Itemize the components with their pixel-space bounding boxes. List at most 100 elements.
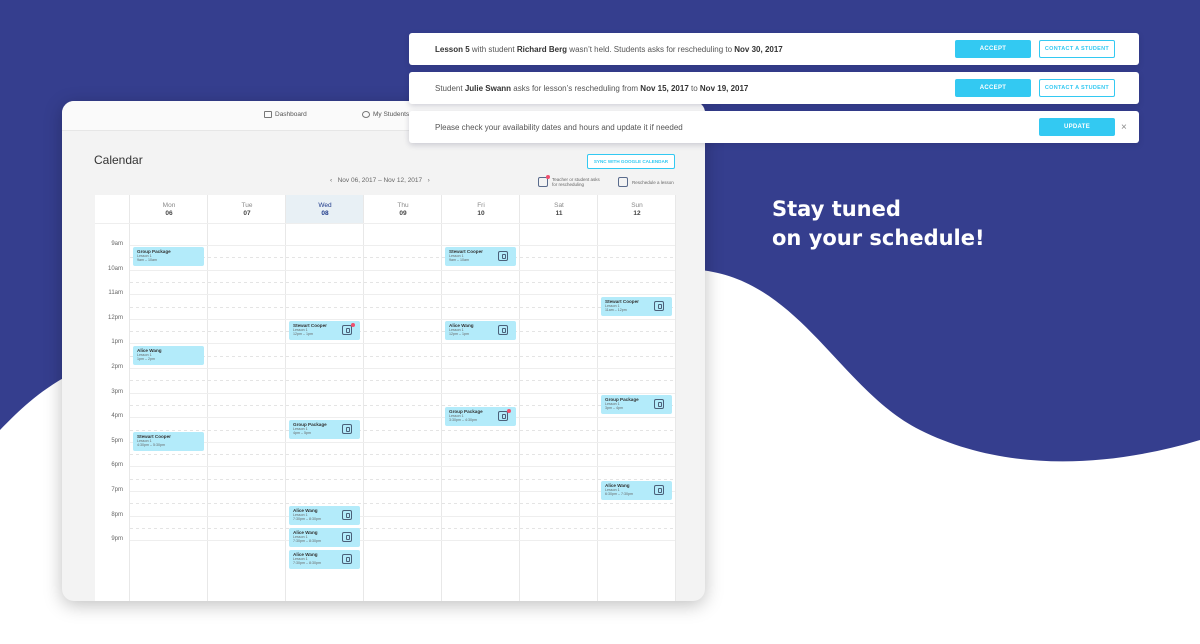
notification-card: Lesson 5 with student Richard Berg wasn’… [409,33,1139,65]
hour-line [130,417,675,419]
student-name: Julie Swann [464,83,512,93]
update-button[interactable]: UPDATE [1039,118,1115,136]
hour-line [130,294,675,296]
time-label: 9pm [111,536,123,543]
event-time: 1pm – 2pm [137,356,155,361]
accept-button[interactable]: ACCEPT [955,79,1031,97]
lock-icon[interactable] [342,554,352,565]
calendar-event[interactable]: Alice Wang Lesson 1 6:30pm – 7:30pm [601,481,672,501]
day-number: 07 [243,210,251,217]
time-label: 9am [111,241,123,247]
event-time: 4:30pm – 5:30pm [137,442,165,447]
lock-icon[interactable] [342,325,352,336]
calendar-event[interactable]: Alice Wang Lesson 1 7:30pm – 8:30pm [289,550,360,570]
next-week-icon[interactable]: › [428,177,430,184]
dashboard-icon [264,111,272,118]
lock-icon[interactable] [342,531,352,542]
hour-line [130,515,675,517]
calendar-event[interactable]: Stewart Cooper Lesson 1 12pm – 1pm [289,321,360,341]
day-header: Mon 06 [130,195,208,223]
calendar-event[interactable]: Group Package Lesson 1 4pm – 5pm [289,419,360,439]
lock-icon[interactable] [498,251,508,262]
calendar-event[interactable]: Group Package Lesson 1 3pm – 4pm [601,395,672,415]
lock-icon[interactable] [342,423,352,434]
time-label: 6pm [111,462,123,469]
half-hour-line [130,355,675,357]
hour-line [130,491,675,492]
lesson-ref: Lesson 5 [435,44,470,54]
time-label: 3pm [111,388,123,395]
lock-alert-icon [538,175,550,187]
close-icon[interactable]: × [1121,122,1127,133]
nav-my-students[interactable]: My Students [362,111,409,118]
day-header: Thu 09 [364,195,442,223]
notification-card: Student Julie Swann asks for lesson’s re… [409,72,1139,104]
lock-icon[interactable] [342,509,352,520]
time-label: 2pm [111,364,123,370]
time-label: 10am [107,265,123,272]
day-number: 10 [477,210,485,217]
time-label: 5pm [111,437,123,444]
calendar-event[interactable]: Alice Wang Lesson 1 12pm – 1pm [445,321,516,341]
contact-student-button[interactable]: CONTACT A STUDENT [1039,40,1115,58]
to-date: Nov 19, 2017 [699,83,749,93]
accept-button[interactable]: ACCEPT [955,40,1031,58]
day-header: Wed 08 [286,195,364,223]
day-name: Sat [554,202,564,209]
prev-week-icon[interactable]: ‹ [330,177,332,184]
day-number: 12 [633,210,641,217]
day-header: Sat 11 [520,195,598,223]
msg-text: asks for lesson’s rescheduling from [511,83,641,93]
calendar-event[interactable]: Stewart Cooper Lesson 1 9am – 10am [445,247,516,267]
msg-text: Student [435,83,465,93]
hour-line [130,269,675,271]
time-label: 8pm [111,511,123,518]
students-icon [362,111,370,118]
nav-dashboard[interactable]: Dashboard [264,111,307,118]
day-number: 08 [321,210,329,217]
day-number: 06 [165,210,173,217]
hour-line [130,343,675,345]
half-hour-line [130,281,675,283]
notification-message: Student Julie Swann asks for lesson’s re… [435,84,748,93]
hour-line [130,368,675,369]
msg-text: to [688,83,700,93]
hour-line [130,245,675,246]
lock-icon[interactable] [654,485,664,496]
tagline-line-1: Stay tuned [772,197,901,221]
from-date: Nov 15, 2017 [640,83,689,93]
calendar-event[interactable]: Group Package Lesson 1 9am – 10am [133,247,204,267]
calendar-event[interactable]: Alice Wang Lesson 1 7:30pm – 8:30pm [289,505,360,525]
lock-icon [618,177,628,187]
day-name: Tue [241,202,253,209]
tagline: Stay tuned on your schedule! [772,195,985,253]
calendar-event[interactable]: Alice Wang Lesson 1 1pm – 2pm [133,345,204,365]
calendar-event[interactable]: Stewart Cooper Lesson 1 11am – 12pm [601,296,672,316]
half-hour-line [130,527,675,529]
half-hour-line [130,331,675,333]
tagline-line-2: on your schedule! [772,226,985,250]
msg-text: with student [469,44,517,54]
half-hour-line [130,454,675,456]
hour-line [130,466,675,468]
sync-google-calendar-button[interactable]: SYNC WITH GOOGLE CALENDAR [587,154,675,169]
date-range-label: Nov 06, 2017 – Nov 12, 2017 [337,177,423,184]
legend-reschedule-request: Teacher or student asks for rescheduling [538,175,602,187]
contact-student-button[interactable]: CONTACT A STUDENT [1039,79,1115,97]
day-name: Fri [477,202,485,209]
lock-icon[interactable] [498,411,508,422]
half-hour-line [130,306,675,308]
lock-icon[interactable] [654,399,664,410]
lock-icon[interactable] [654,300,664,311]
notification-card: Please check your availability dates and… [409,111,1139,143]
header-divider [95,223,675,224]
calendar-event[interactable]: Alice Wang Lesson 1 7:30pm – 8:30pm [289,527,360,547]
event-time: 9am – 10am [137,258,157,263]
lock-icon[interactable] [498,325,508,336]
calendar-event[interactable]: Group Package Lesson 1 3:30pm – 4:30pm [445,407,516,427]
nav-dashboard-label: Dashboard [275,111,307,118]
student-name: Richard Berg [516,44,568,54]
day-number: 11 [555,210,563,217]
calendar-event[interactable]: Stewart Cooper Lesson 1 4:30pm – 5:30pm [133,431,204,451]
half-hour-line [130,257,675,259]
